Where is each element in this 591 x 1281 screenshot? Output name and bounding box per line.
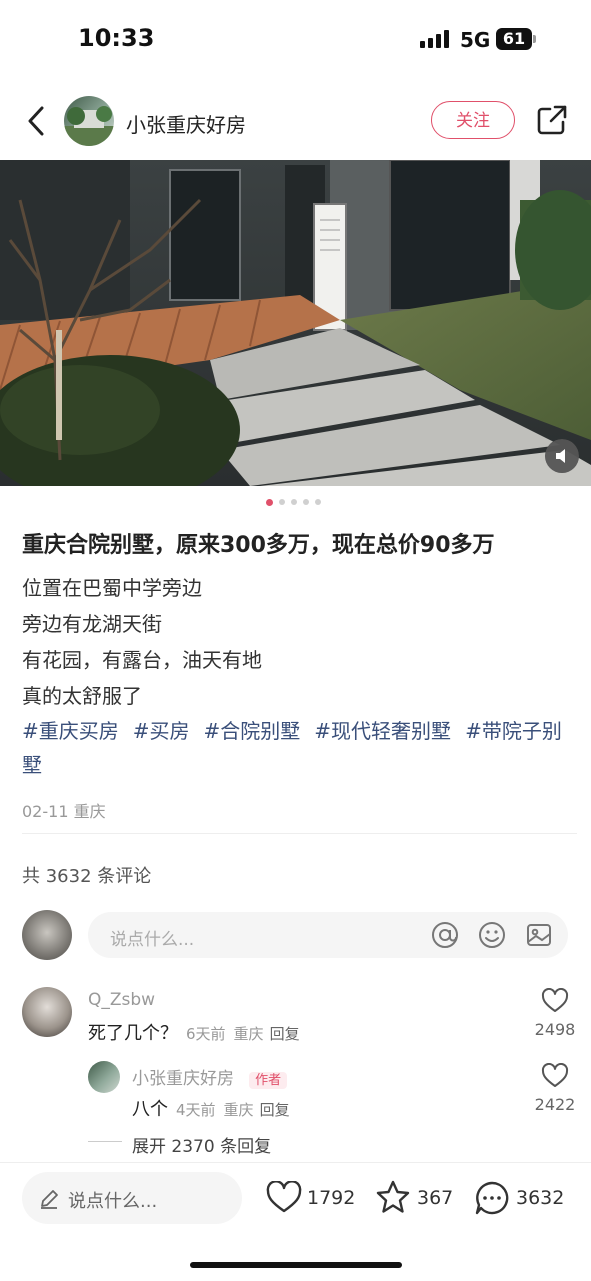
battery-icon: 61 <box>496 28 536 50</box>
reply-button[interactable]: 回复 <box>260 1101 290 1119</box>
carousel-dot[interactable] <box>279 499 285 505</box>
commenter-name[interactable]: Q_Zsbw <box>88 990 155 1010</box>
hashtag-link[interactable]: #重庆买房 <box>22 719 119 743</box>
comment-like-count: 2498 <box>534 1020 576 1039</box>
comment-total: 3632 <box>516 1187 565 1209</box>
sound-icon[interactable] <box>545 439 579 473</box>
reply-text: 八个 <box>132 1099 168 1120</box>
at-icon[interactable] <box>431 921 459 949</box>
heart-icon[interactable] <box>266 1181 302 1215</box>
bottom-input-placeholder: 说点什么... <box>68 1191 158 1212</box>
star-icon[interactable] <box>374 1179 412 1215</box>
replier-name[interactable]: 小张重庆好房 <box>132 1069 234 1089</box>
heart-icon[interactable] <box>541 1063 569 1089</box>
author-avatar[interactable] <box>64 96 114 146</box>
signal-icon <box>420 30 449 48</box>
comment-text: 死了几个？ <box>88 1023 178 1044</box>
divider <box>22 833 577 834</box>
reply-location: 重庆 <box>223 1101 254 1119</box>
post-line: 位置在巴蜀中学旁边 <box>22 576 202 600</box>
comment-input-placeholder: 说点什么... <box>110 930 195 950</box>
author-badge: 作者 <box>249 1072 288 1089</box>
carousel-dot[interactable] <box>315 499 321 505</box>
comment-time: 6天前 <box>186 1025 226 1043</box>
home-indicator[interactable] <box>190 1262 402 1268</box>
share-icon[interactable] <box>536 104 568 136</box>
reply-like-count: 2422 <box>534 1095 576 1114</box>
reply-button[interactable]: 回复 <box>270 1025 300 1043</box>
comment-location: 重庆 <box>233 1025 264 1043</box>
post-photo[interactable] <box>0 160 591 486</box>
post-line: 旁边有龙湖天街 <box>22 612 162 636</box>
carousel-dot[interactable] <box>303 499 309 505</box>
author-name[interactable]: 小张重庆好房 <box>126 109 246 138</box>
reply-time: 4天前 <box>176 1101 216 1119</box>
comment-count: 共 3632 条评论 <box>22 866 152 887</box>
post-title: 重庆合院别墅，原来300多万，现在总价90多万 <box>22 533 495 558</box>
commenter-avatar[interactable] <box>22 987 72 1037</box>
image-icon[interactable] <box>525 921 553 949</box>
comment-icon[interactable] <box>474 1180 510 1216</box>
status-time: 10:33 <box>78 24 155 52</box>
expand-replies-button[interactable]: 展开 2370 条回复 <box>132 1132 271 1157</box>
pencil-icon <box>41 1190 58 1209</box>
reply: 八个 4天前 重庆 回复 <box>132 1095 290 1121</box>
post-tags: #重庆买房 #买房 #合院别墅 #现代轻奢别墅 #带院子别墅 <box>22 714 577 782</box>
follow-button[interactable]: 关注 <box>431 101 515 139</box>
battery-level: 61 <box>496 28 532 50</box>
my-avatar <box>22 910 72 960</box>
replier-avatar[interactable] <box>88 1061 120 1093</box>
carousel-dot[interactable] <box>291 499 297 505</box>
collect-count: 367 <box>417 1187 454 1209</box>
back-icon[interactable] <box>22 104 52 138</box>
comment: 死了几个？ 6天前 重庆 回复 <box>88 1019 300 1045</box>
emoji-icon[interactable] <box>478 921 506 949</box>
hashtag-link[interactable]: #现代轻奢别墅 <box>314 719 451 743</box>
network-type: 5G <box>460 28 491 52</box>
post-date-location: 02-11 重庆 <box>22 802 106 821</box>
reply-header: 小张重庆好房 作者 <box>132 1064 288 1089</box>
carousel-indicator <box>266 499 321 507</box>
carousel-dot[interactable] <box>266 499 273 506</box>
post-line: 有花园，有露台，油天有地 <box>22 648 262 672</box>
heart-icon[interactable] <box>541 988 569 1014</box>
hashtag-link[interactable]: #合院别墅 <box>204 719 301 743</box>
like-count: 1792 <box>307 1187 356 1209</box>
divider <box>88 1141 122 1142</box>
post-line: 真的太舒服了 <box>22 684 142 708</box>
hashtag-link[interactable]: #买房 <box>133 719 190 743</box>
